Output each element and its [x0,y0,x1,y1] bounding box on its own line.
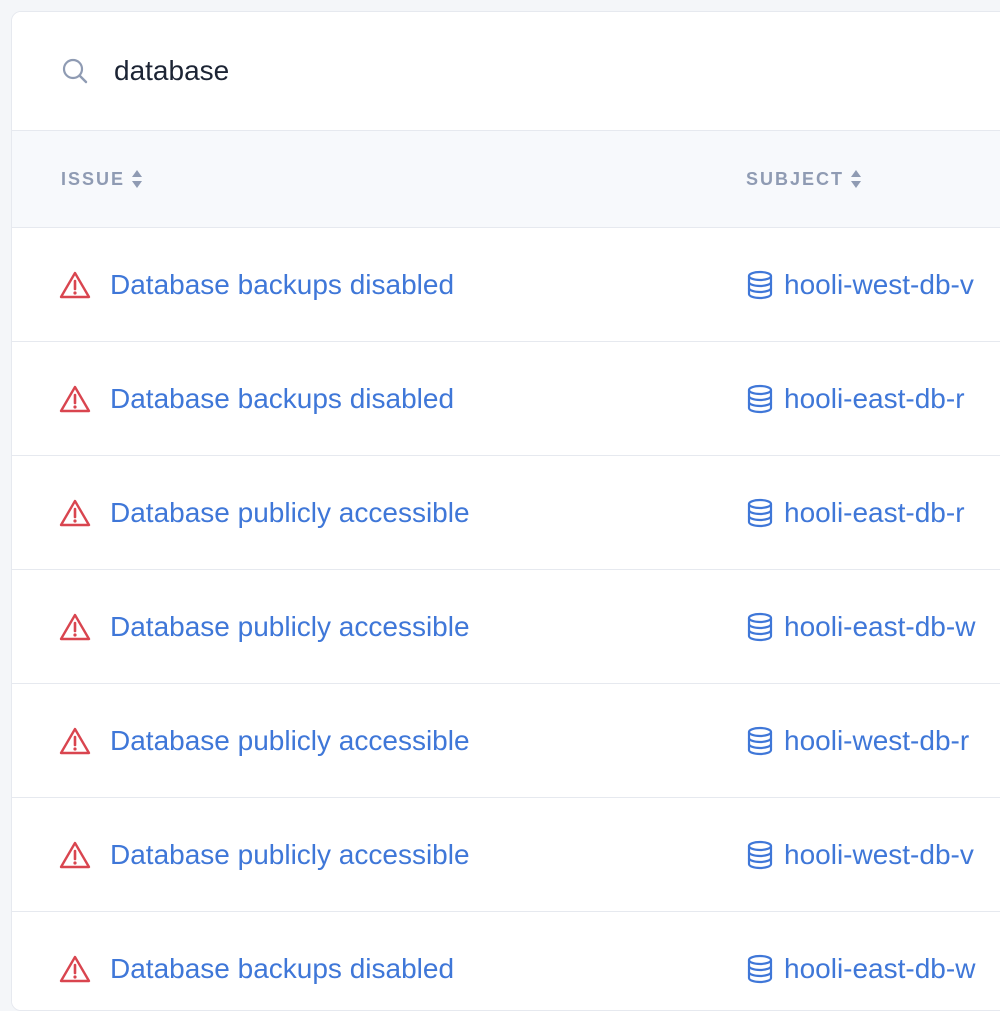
warning-icon [59,270,91,300]
subject-cell[interactable]: hooli-west-db-r [746,684,969,797]
table-row: Database backups disabled hooli-west-db-… [12,228,1000,342]
issue-link[interactable]: Database publicly accessible [110,611,470,643]
database-icon [746,384,774,414]
issue-cell[interactable]: Database backups disabled [59,342,454,455]
issue-link[interactable]: Database publicly accessible [110,497,470,529]
warning-icon [59,954,91,984]
sort-icon [131,168,143,190]
warning-icon [59,612,91,642]
issue-link[interactable]: Database publicly accessible [110,839,470,871]
issue-cell[interactable]: Database backups disabled [59,228,454,341]
table-row: Database publicly accessible hooli-west-… [12,798,1000,912]
column-header-subject[interactable]: SUBJECT [746,168,862,190]
table-row: Database backups disabled hooli-east-db-… [12,912,1000,1010]
table-body: Database backups disabled hooli-west-db-… [12,228,1000,1010]
issue-cell[interactable]: Database publicly accessible [59,798,470,911]
issue-link[interactable]: Database publicly accessible [110,725,470,757]
database-icon [746,954,774,984]
subject-cell[interactable]: hooli-west-db-v [746,798,974,911]
database-icon [746,498,774,528]
sort-icon [850,168,862,190]
table-header: ISSUE SUBJECT [12,131,1000,228]
table-row: Database publicly accessible hooli-east-… [12,456,1000,570]
database-icon [746,612,774,642]
subject-cell[interactable]: hooli-east-db-w [746,912,975,1010]
subject-link[interactable]: hooli-west-db-v [784,269,974,301]
subject-cell[interactable]: hooli-east-db-w [746,570,975,683]
subject-cell[interactable]: hooli-east-db-r [746,456,965,569]
issue-link[interactable]: Database backups disabled [110,383,454,415]
warning-icon [59,726,91,756]
issues-panel: ISSUE SUBJECT [11,11,1000,1011]
subject-link[interactable]: hooli-east-db-r [784,497,965,529]
table-row: Database backups disabled hooli-east-db-… [12,342,1000,456]
warning-icon [59,840,91,870]
column-header-issue[interactable]: ISSUE [61,168,143,190]
search-bar [12,12,1000,131]
subject-link[interactable]: hooli-west-db-v [784,839,974,871]
issue-link[interactable]: Database backups disabled [110,953,454,985]
subject-link[interactable]: hooli-east-db-w [784,953,975,985]
issue-cell[interactable]: Database backups disabled [59,912,454,1010]
subject-cell[interactable]: hooli-west-db-v [746,228,974,341]
database-icon [746,270,774,300]
database-icon [746,840,774,870]
column-header-subject-label: SUBJECT [746,168,845,189]
issue-cell[interactable]: Database publicly accessible [59,570,470,683]
subject-cell[interactable]: hooli-east-db-r [746,342,965,455]
issue-cell[interactable]: Database publicly accessible [59,684,470,797]
warning-icon [59,384,91,414]
subject-link[interactable]: hooli-east-db-r [784,383,965,415]
table-row: Database publicly accessible hooli-east-… [12,570,1000,684]
search-icon [60,56,90,86]
issue-cell[interactable]: Database publicly accessible [59,456,470,569]
subject-link[interactable]: hooli-east-db-w [784,611,975,643]
table-row: Database publicly accessible hooli-west-… [12,684,1000,798]
warning-icon [59,498,91,528]
search-input[interactable] [114,49,814,93]
subject-link[interactable]: hooli-west-db-r [784,725,969,757]
database-icon [746,726,774,756]
column-header-issue-label: ISSUE [61,168,126,189]
issue-link[interactable]: Database backups disabled [110,269,454,301]
